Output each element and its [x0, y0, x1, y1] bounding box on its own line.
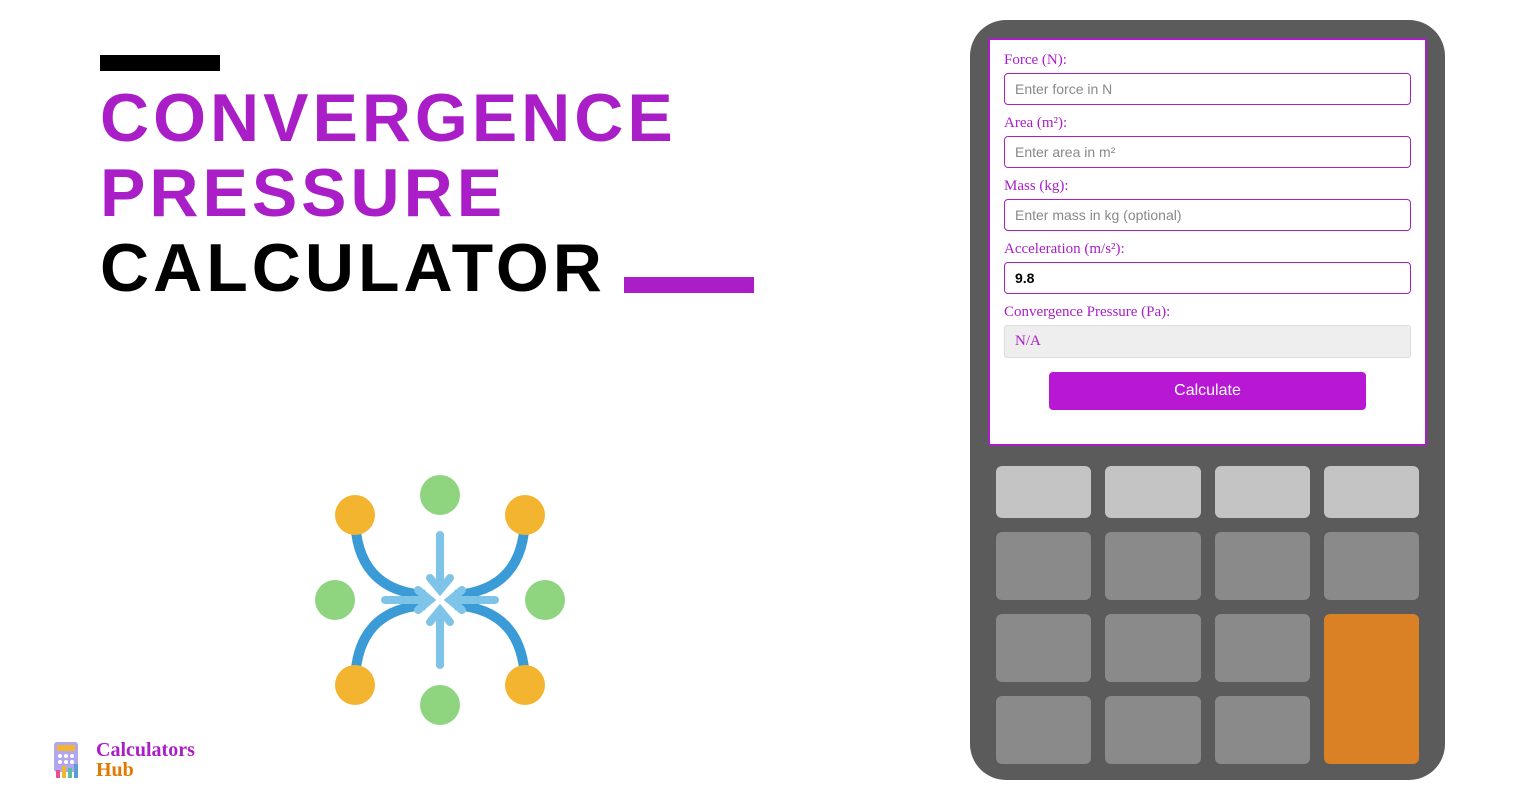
keypad-key[interactable]	[1215, 466, 1310, 518]
keypad-key[interactable]	[996, 614, 1091, 682]
keypad-key[interactable]	[1105, 614, 1200, 682]
calculator-keypad	[988, 466, 1427, 764]
convergence-icon	[280, 440, 600, 760]
acceleration-input[interactable]	[1004, 262, 1411, 294]
keypad-key[interactable]	[1324, 532, 1419, 600]
keypad-key[interactable]	[1324, 466, 1419, 518]
brand-logo: Calculators Hub	[50, 740, 195, 780]
force-input[interactable]	[1004, 73, 1411, 105]
mass-input[interactable]	[1004, 199, 1411, 231]
keypad-key[interactable]	[1215, 614, 1310, 682]
keypad-key[interactable]	[996, 696, 1091, 764]
result-output: N/A	[1004, 325, 1411, 358]
keypad-key[interactable]	[996, 466, 1091, 518]
mass-label: Mass (kg):	[1004, 178, 1411, 195]
logo-text-top: Calculators	[96, 740, 195, 760]
keypad-key[interactable]	[1105, 466, 1200, 518]
title-line-2: PRESSURE	[100, 156, 754, 231]
decor-bar-bottom	[624, 277, 754, 293]
convergence-diagram	[280, 440, 600, 765]
decor-bar-top	[100, 55, 220, 71]
calculator-form: Force (N): Area (m²): Mass (kg): Acceler…	[988, 38, 1427, 446]
keypad-key[interactable]	[1215, 532, 1310, 600]
area-input[interactable]	[1004, 136, 1411, 168]
title-line-1: CONVERGENCE	[100, 81, 754, 156]
keypad-key[interactable]	[1215, 696, 1310, 764]
title-line-3: CALCULATOR	[100, 231, 606, 306]
logo-text-bottom: Hub	[96, 760, 195, 780]
acceleration-label: Acceleration (m/s²):	[1004, 241, 1411, 258]
calculator-logo-icon	[50, 740, 90, 780]
calculator-device: Force (N): Area (m²): Mass (kg): Acceler…	[970, 20, 1445, 780]
title-block: CONVERGENCE PRESSURE CALCULATOR	[100, 55, 754, 305]
keypad-key[interactable]	[1105, 532, 1200, 600]
keypad-key[interactable]	[996, 532, 1091, 600]
area-label: Area (m²):	[1004, 115, 1411, 132]
keypad-key[interactable]	[1105, 696, 1200, 764]
result-label: Convergence Pressure (Pa):	[1004, 304, 1411, 321]
force-label: Force (N):	[1004, 52, 1411, 69]
calculate-button[interactable]: Calculate	[1049, 372, 1366, 410]
keypad-equals-key[interactable]	[1324, 614, 1419, 764]
